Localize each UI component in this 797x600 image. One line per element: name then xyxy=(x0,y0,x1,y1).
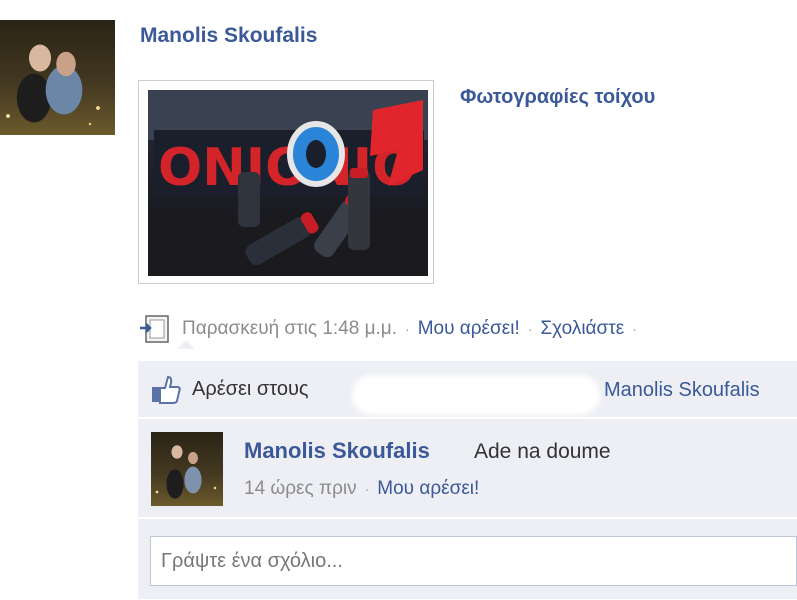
redacted-names xyxy=(352,375,600,415)
comment-item xyxy=(138,419,797,517)
graffiti-photo-image: ONIONIO xyxy=(148,90,428,276)
separator: · xyxy=(405,321,410,337)
likes-prefix: Αρέσει στους xyxy=(192,377,309,400)
comment-timestamp[interactable]: 14 ώρες πριν xyxy=(244,478,357,500)
post-timestamp[interactable]: Παρασκευή στις 1:48 μ.μ. xyxy=(182,318,397,340)
post-photo[interactable]: ONIONIO xyxy=(138,80,434,284)
post-meta-row: Παρασκευή στις 1:48 μ.μ. · Μου αρέσει! ·… xyxy=(138,313,645,345)
ufi-pointer xyxy=(177,340,195,349)
liker-name[interactable]: Manolis Skoufalis xyxy=(604,379,760,402)
comment-input[interactable] xyxy=(150,536,797,586)
separator: · xyxy=(632,321,637,337)
author-avatar[interactable] xyxy=(0,20,115,135)
comment-meta-row: 14 ώρες πριν · Μου αρέσει! xyxy=(244,478,479,500)
comment-avatar[interactable] xyxy=(151,432,223,506)
share-icon xyxy=(140,315,169,343)
post-author-name[interactable]: Manolis Skoufalis xyxy=(140,24,317,48)
separator: · xyxy=(364,481,370,497)
separator: · xyxy=(527,321,533,337)
like-button[interactable]: Μου αρέσει! xyxy=(418,318,520,340)
comment-like-button[interactable]: Μου αρέσει! xyxy=(377,478,479,500)
album-link[interactable]: Φωτογραφίες τοίχου xyxy=(460,86,655,109)
graffiti-photo: ONIONIO xyxy=(148,90,428,276)
comment-button[interactable]: Σχολιάστε xyxy=(540,318,624,340)
comment-text: Ade na doume xyxy=(474,440,611,463)
comment-author-name[interactable]: Manolis Skoufalis xyxy=(244,438,430,464)
like-thumb-icon xyxy=(152,375,181,404)
